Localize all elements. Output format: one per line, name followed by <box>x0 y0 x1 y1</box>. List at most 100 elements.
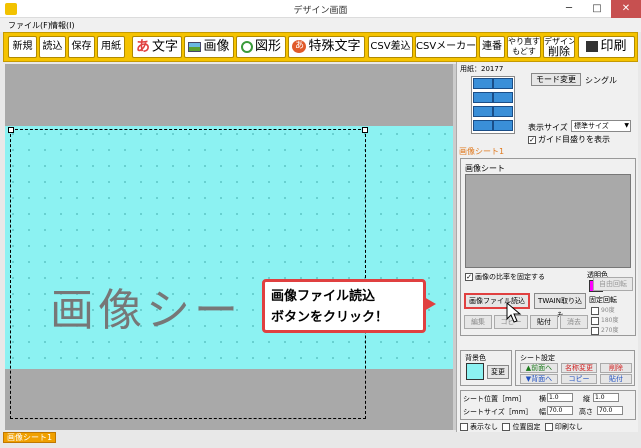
guide-check-icon: ✓ <box>528 135 536 144</box>
hide-label: 表示なし <box>470 423 498 431</box>
numbering-button[interactable]: 連番 <box>479 36 505 58</box>
background-color-group: 背景色 変更 <box>460 350 512 386</box>
shape-button[interactable]: 図形 <box>236 36 286 58</box>
callout-line-2: ボタンをクリック！ <box>271 310 389 325</box>
csv-merge-button[interactable]: CSV差込 <box>368 36 413 58</box>
paste-button[interactable]: 貼付 <box>530 315 558 329</box>
menu-info[interactable]: 情報(I) <box>50 20 75 31</box>
print-button[interactable]: 印刷 <box>578 36 635 58</box>
new-button[interactable]: 新規 <box>8 36 37 58</box>
sheet-size-label: シートサイズ［mm］ <box>463 408 533 416</box>
rotate-180-checkbox[interactable]: 180度 <box>591 315 618 325</box>
free-rotate-button[interactable]: 自由回転 <box>593 277 633 291</box>
thumbnail-cell <box>493 120 513 131</box>
guide-checkbox[interactable]: ✓ ガイド目盛りを表示 <box>528 134 610 145</box>
maximize-button[interactable]: □ <box>583 0 611 18</box>
undo-label: もどす <box>512 47 536 56</box>
lock-position-label: 位置固定 <box>512 423 541 431</box>
print-icon <box>586 41 599 52</box>
pos-x-input[interactable]: 1.0 <box>547 393 573 402</box>
no-print-checkbox[interactable]: 印刷なし <box>544 423 583 431</box>
no-print-label: 印刷なし <box>554 423 583 431</box>
twain-import-button[interactable]: TWAIN取り込み <box>534 293 586 319</box>
sheet-paste-button[interactable]: 貼付 <box>600 374 632 384</box>
redo-label: やり直す <box>508 37 540 46</box>
background-change-button[interactable]: 変更 <box>487 365 509 379</box>
background-color-label: 背景色 <box>465 354 486 362</box>
sheet-settings-group: シート設定 ▲前面へ ▼背面へ 名称変更 コピー 削除 貼付 <box>515 350 635 386</box>
sheet-geometry-group: シート位置［mm］ 横 1.0 縦 1.0 シートサイズ［mm］ 幅 70.0 … <box>460 390 636 420</box>
thumbnail-cell <box>473 78 493 89</box>
width-label: 幅 <box>539 408 546 416</box>
bring-front-button[interactable]: ▲前面へ <box>520 363 558 373</box>
width-input[interactable]: 70.0 <box>547 406 573 415</box>
sheet-title: 画像シート1 <box>459 147 505 156</box>
text-button-label: 文字 <box>151 39 178 55</box>
delete-label: 削除 <box>548 45 570 58</box>
rotate-270-label: 270度 <box>601 327 619 334</box>
design-canvas[interactable]: 画像シー <box>5 64 453 430</box>
paper-thumbnail[interactable] <box>471 76 515 134</box>
open-button[interactable]: 読込 <box>39 36 66 58</box>
close-button[interactable]: ✕ <box>611 0 641 18</box>
rotate-180-label: 180度 <box>601 317 619 324</box>
image-button[interactable]: 画像 <box>184 36 234 58</box>
menu-file[interactable]: ファイル(F) <box>8 20 51 31</box>
save-button[interactable]: 保存 <box>68 36 95 58</box>
csv-maker-button[interactable]: CSVメーカー <box>415 36 477 58</box>
height-label: 高さ <box>579 408 593 416</box>
rotate-270-check-icon <box>591 326 599 335</box>
hide-checkbox[interactable]: 表示なし <box>460 423 498 431</box>
properties-panel: 用紙：20177 モード変更 シングル 表示サイズ 標準サイズ ✓ガイド目盛りを… <box>456 62 638 432</box>
shape-button-label: 図形 <box>254 39 281 54</box>
image-sheet-group-label: 画像シート <box>465 164 505 173</box>
text-button[interactable]: あ文字 <box>132 36 182 58</box>
special-text-button[interactable]: あ特殊文字 <box>288 36 365 58</box>
keep-ratio-label: 画像の比率を固定する <box>475 273 545 281</box>
clear-button[interactable]: 消去 <box>560 315 588 329</box>
undo-redo-button[interactable]: やり直す もどす <box>507 36 541 58</box>
thumbnail-cell <box>493 106 513 117</box>
minimize-button[interactable]: ─ <box>555 0 583 18</box>
text-icon: あ <box>135 39 150 55</box>
display-size-select[interactable]: 標準サイズ <box>571 120 631 132</box>
rotate-270-checkbox[interactable]: 270度 <box>591 325 618 335</box>
paper-button[interactable]: 用紙 <box>97 36 125 58</box>
callout-line-1: 画像ファイル読込 <box>271 289 376 304</box>
send-back-button[interactable]: ▼背面へ <box>520 374 558 384</box>
circle-icon <box>240 40 253 53</box>
display-size-label: 表示サイズ <box>528 123 568 132</box>
sheet-tab[interactable]: 画像シート1 <box>3 432 57 443</box>
sheet-position-label: シート位置［mm］ <box>463 395 526 403</box>
title-bar: デザイン画面 ─ □ ✕ <box>0 0 641 18</box>
print-button-label: 印刷 <box>600 39 627 54</box>
mode-change-button[interactable]: モード変更 <box>531 73 581 86</box>
rename-button[interactable]: 名称変更 <box>561 363 597 373</box>
keep-ratio-check-icon: ✓ <box>465 273 473 281</box>
no-print-check-icon <box>544 423 553 431</box>
rotate-90-check-icon <box>591 306 599 315</box>
keep-ratio-checkbox[interactable]: ✓ 画像の比率を固定する <box>465 272 545 282</box>
sheet-copy-button[interactable]: コピー <box>561 374 597 384</box>
resize-handle-top-right[interactable] <box>362 127 368 133</box>
image-preview-area[interactable] <box>465 174 631 268</box>
pos-x-label: 横 <box>539 395 546 403</box>
sheet-delete-button[interactable]: 削除 <box>600 363 632 373</box>
image-icon <box>188 41 202 52</box>
guide-label: ガイド目盛りを表示 <box>538 135 610 144</box>
resize-handle-top-left[interactable] <box>8 127 14 133</box>
thumbnail-cell <box>473 92 493 103</box>
rotate-90-label: 90度 <box>601 307 615 314</box>
background-color-swatch[interactable] <box>466 363 484 380</box>
lock-position-checkbox[interactable]: 位置固定 <box>502 423 540 431</box>
lock-check-icon <box>502 423 511 431</box>
thumbnail-cell <box>473 106 493 117</box>
design-delete-button[interactable]: デザイン 削除 <box>543 36 575 58</box>
special-text-label: 特殊文字 <box>308 39 361 54</box>
special-text-icon: あ <box>292 40 307 53</box>
pos-y-input[interactable]: 1.0 <box>593 393 619 402</box>
rotate-90-checkbox[interactable]: 90度 <box>591 305 615 315</box>
paper-label: 用紙：20177 <box>460 65 504 73</box>
height-input[interactable]: 70.0 <box>597 406 623 415</box>
edit-button[interactable]: 編集 <box>464 315 492 329</box>
